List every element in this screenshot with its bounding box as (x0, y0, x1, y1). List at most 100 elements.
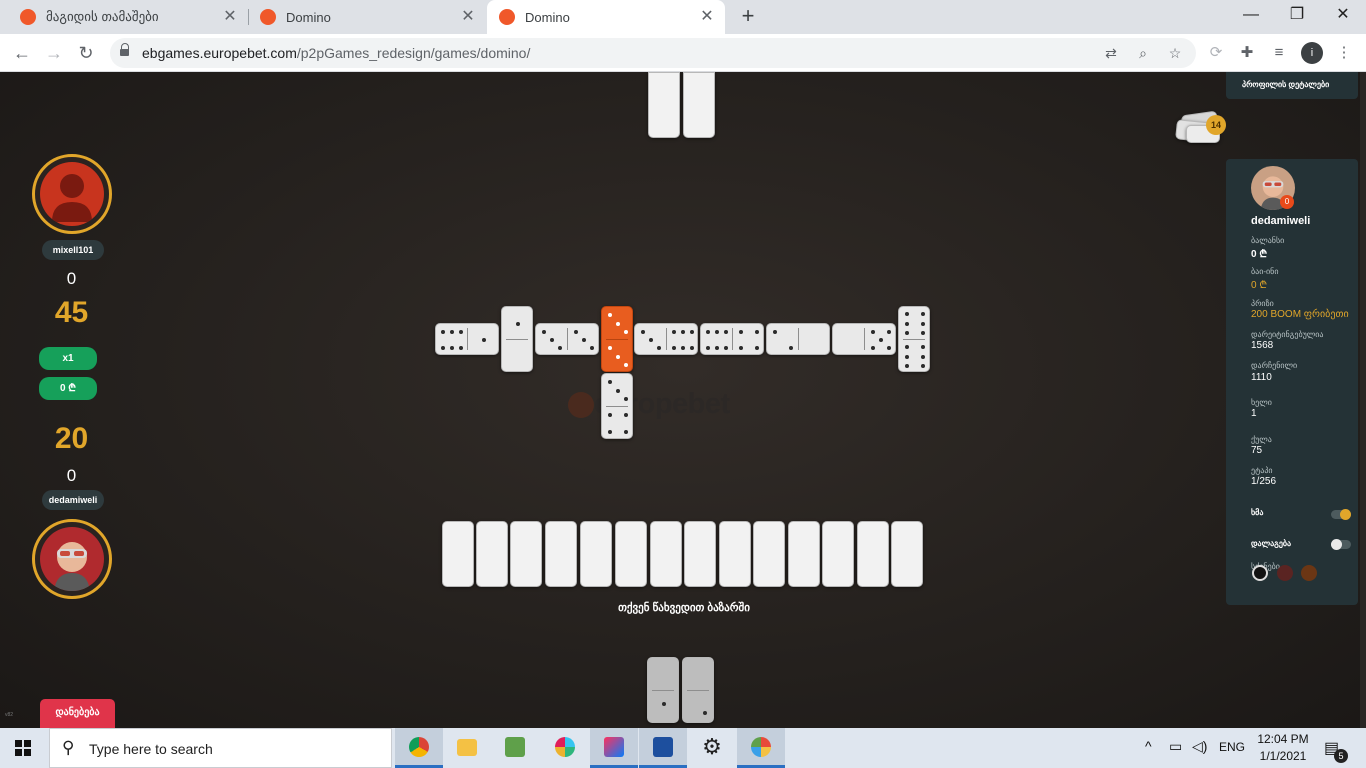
pip (905, 363, 909, 368)
pip (458, 330, 463, 334)
pip (755, 330, 759, 334)
network-icon[interactable]: ▭ (1169, 738, 1182, 755)
tab-domino-1[interactable]: Domino ✕ (248, 0, 486, 34)
pip (921, 354, 925, 359)
skin-swatch-black[interactable] (1252, 565, 1268, 581)
board-domino (501, 306, 533, 372)
tab-strip: მაგიდის თამაშები ✕ Domino ✕ Domino ✕ + —… (0, 0, 1366, 34)
pip (590, 346, 594, 350)
paint-app[interactable] (737, 728, 785, 768)
zoom-icon[interactable]: ⌕ (1134, 44, 1152, 62)
maximize-button[interactable]: ❐ (1274, 0, 1320, 30)
pip (641, 330, 645, 334)
menu-dots-icon[interactable]: ⋮ (1334, 43, 1354, 63)
hand-domino-back[interactable] (580, 521, 612, 587)
file-explorer-app[interactable] (443, 728, 491, 768)
start-tile (15, 740, 22, 747)
hand-domino-back[interactable] (476, 521, 508, 587)
hand-domino-back[interactable] (684, 521, 716, 587)
pip (921, 345, 925, 350)
hand-domino-back[interactable] (788, 521, 820, 587)
skin-swatch-red[interactable] (1277, 565, 1293, 581)
profile-avatar[interactable]: i (1301, 42, 1323, 64)
player-bottom-domino[interactable] (682, 657, 714, 723)
pip (450, 330, 454, 334)
profile-details-tab[interactable]: პროფილის დეტალები (1226, 72, 1358, 99)
slack-app[interactable] (541, 728, 589, 768)
tab-title: Domino (286, 9, 331, 25)
hand-domino-back[interactable] (510, 521, 542, 587)
hand-domino-back[interactable] (822, 521, 854, 587)
board-domino (898, 306, 930, 372)
pip (482, 338, 486, 342)
settings-icon: ⚙ (702, 734, 722, 759)
lock-icon[interactable] (120, 43, 130, 57)
divider (864, 328, 865, 350)
language-indicator[interactable]: ENG (1219, 740, 1245, 754)
close-window-button[interactable]: ✕ (1320, 0, 1366, 30)
player-bottom-domino[interactable] (647, 657, 679, 723)
hand-domino-back[interactable] (857, 521, 889, 587)
url-text[interactable]: ebgames.europebet.com/p2pGames_redesign/… (142, 45, 530, 61)
pip (703, 711, 707, 715)
skin-swatch-brown[interactable] (1301, 565, 1317, 581)
board-domino (535, 323, 599, 355)
close-tab-icon[interactable]: ✕ (699, 8, 715, 26)
search-placeholder: Type here to search (89, 741, 213, 757)
hand-domino-back[interactable] (545, 521, 577, 587)
address-bar[interactable]: ebgames.europebet.com/p2pGames_redesign/… (110, 38, 1196, 68)
back-arrow-icon[interactable]: ← (10, 41, 34, 65)
tray-chevron-icon[interactable]: ^ (1145, 738, 1152, 754)
windows-start-icon[interactable] (15, 740, 31, 756)
chrome-app[interactable] (395, 728, 443, 768)
pip (739, 330, 743, 334)
chrome-icon (409, 737, 429, 757)
url-host: ebgames.europebet.com (142, 45, 297, 61)
media-queue-icon[interactable]: ≡ (1269, 43, 1289, 63)
new-tab-button[interactable]: + (737, 5, 759, 27)
clock-time[interactable]: 12:04 PM (1257, 732, 1309, 746)
bookmark-star-icon[interactable]: ☆ (1166, 44, 1184, 62)
pip (789, 346, 793, 350)
forward-arrow-icon[interactable]: → (42, 41, 66, 65)
volume-icon[interactable]: ◁) (1192, 738, 1207, 755)
boneyard[interactable]: 14 (1172, 105, 1226, 147)
hand-domino-back[interactable] (650, 521, 682, 587)
taskbar-search-box[interactable]: ⚲ Type here to search (49, 728, 392, 768)
pip (706, 346, 711, 350)
hand-domino-back[interactable] (753, 521, 785, 587)
page-scrollbar[interactable] (1360, 72, 1366, 728)
settings-app[interactable]: ⚙ (688, 728, 736, 768)
notepad-icon (505, 737, 525, 757)
opponent-points: 0 (66, 269, 77, 288)
opponent-name: mixell101 (42, 240, 104, 260)
opponent-avatar-image (40, 162, 104, 226)
jetbrains-app[interactable] (590, 728, 638, 768)
pip (723, 346, 728, 350)
pip (616, 388, 620, 393)
extensions-puzzle-icon[interactable]: ✚ (1237, 43, 1257, 63)
clock-date[interactable]: 1/1/2021 (1257, 749, 1309, 763)
hand-domino-back[interactable] (615, 521, 647, 587)
close-tab-icon[interactable]: ✕ (460, 8, 476, 26)
player-name: dedamiweli (42, 490, 104, 510)
hand-domino-back[interactable] (719, 521, 751, 587)
notepad-app[interactable] (491, 728, 539, 768)
tab-domino-active[interactable]: Domino ✕ (487, 0, 725, 34)
sort-toggle[interactable] (1331, 539, 1351, 550)
hand-domino-back[interactable] (891, 521, 923, 587)
tab-board-games[interactable]: მაგიდის თამაშები ✕ (8, 0, 249, 34)
close-tab-icon[interactable]: ✕ (222, 8, 238, 26)
europebet-favicon-icon (260, 9, 276, 25)
hand-domino-back[interactable] (442, 521, 474, 587)
reload-icon[interactable]: ↻ (74, 41, 98, 65)
sound-toggle[interactable] (1331, 509, 1351, 520)
surrender-button[interactable]: დანებება (40, 699, 115, 728)
minimize-button[interactable]: — (1228, 0, 1274, 30)
pip (657, 346, 661, 350)
pip (616, 354, 620, 359)
translate-icon[interactable]: ⇄ (1102, 44, 1120, 62)
screen-recorder-app[interactable] (639, 728, 687, 768)
divider (606, 339, 628, 340)
sync-icon[interactable]: ⟳ (1206, 43, 1226, 63)
